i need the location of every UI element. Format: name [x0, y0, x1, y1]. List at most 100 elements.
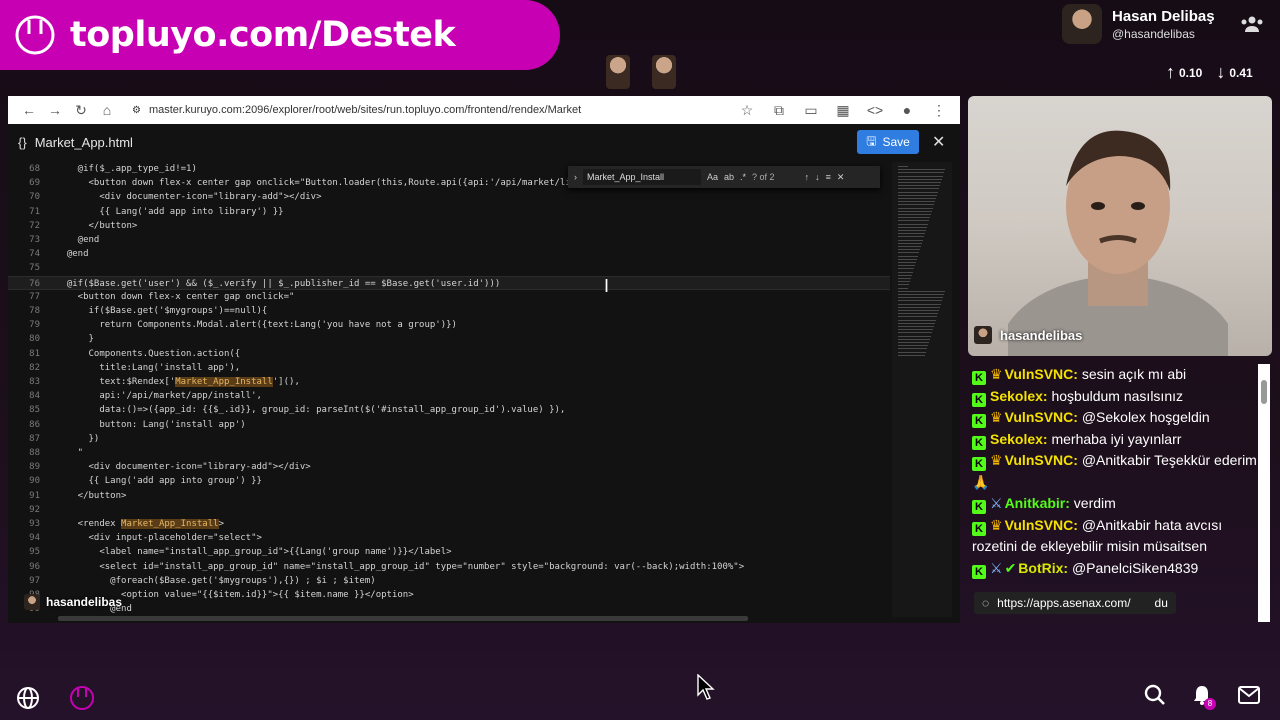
- avatar: [974, 326, 992, 344]
- chat-username[interactable]: VulnSVNC:: [1005, 517, 1078, 533]
- cast-icon[interactable]: ▭: [798, 97, 824, 123]
- horizontal-scrollbar[interactable]: [58, 616, 748, 621]
- match-word-icon[interactable]: ab: [724, 172, 734, 182]
- chat-message[interactable]: K Sekolex: merhaba iyi yayınlarr: [968, 429, 1258, 451]
- globe-icon[interactable]: [16, 686, 40, 715]
- streamer-profile[interactable]: Hasan Delibaş @hasandelibas: [1062, 4, 1215, 44]
- mail-icon[interactable]: [1238, 686, 1260, 709]
- profile-icon[interactable]: ●: [894, 97, 920, 123]
- chat-username[interactable]: VulnSVNC:: [1005, 366, 1078, 382]
- chat-message[interactable]: K ⚔ ✔ BotRix: @PanelciSiken4839: [968, 558, 1258, 580]
- viewer-avatar[interactable]: [652, 55, 676, 89]
- code-line[interactable]: 88 ": [8, 446, 890, 460]
- menu-icon[interactable]: ⋮: [926, 97, 952, 123]
- code-line[interactable]: 92: [8, 503, 890, 517]
- line-number: 89: [29, 462, 40, 473]
- moderator-sword-icon: ⚔: [990, 495, 1003, 511]
- code-line[interactable]: 94 <div input-placeholder="select">: [8, 531, 890, 545]
- code-line[interactable]: 73 @end: [8, 233, 890, 247]
- back-icon[interactable]: ←: [16, 97, 42, 123]
- chat-username[interactable]: VulnSVNC:: [1005, 452, 1078, 468]
- users-icon[interactable]: [1240, 14, 1264, 39]
- code-line[interactable]: 82 title:Lang('install app'),: [8, 361, 890, 375]
- code-editor[interactable]: 68 @if($_.app_type_id!=1) 69 <button down…: [8, 162, 890, 617]
- code-line[interactable]: 96 <select id="install_app_group_id" nam…: [8, 560, 890, 574]
- chat-scrollbar[interactable]: [1258, 364, 1270, 622]
- kick-badge-icon: K: [972, 435, 986, 450]
- chat-username[interactable]: Sekolex:: [990, 388, 1048, 404]
- code-line[interactable]: 78 if($Base.get('$mygroups')==null){: [8, 304, 890, 318]
- line-number: 72: [29, 220, 40, 231]
- chat-text: sesin açık mı abi: [1077, 366, 1187, 382]
- code-line[interactable]: 70 <div documenter-icon="library-add"></…: [8, 190, 890, 204]
- code-line[interactable]: 79 return Components.Modal.alert({text:L…: [8, 318, 890, 332]
- chat-username[interactable]: Anitkabir:: [1005, 495, 1070, 511]
- chat-message[interactable]: K ♛ VulnSVNC: sesin açık mı abi: [968, 364, 1258, 386]
- bookmark-star-icon[interactable]: ☆: [734, 97, 760, 123]
- code-line[interactable]: 83 text:$Rendex['Market_App_Install'](),: [8, 375, 890, 389]
- code-line[interactable]: 86 button: Lang('install app'): [8, 418, 890, 432]
- code-line[interactable]: 89 <div documenter-icon="library-add"></…: [8, 460, 890, 474]
- code-line[interactable]: 81 Components.Question.action({: [8, 347, 890, 361]
- code-text: {{ Lang('add app into group') }}: [56, 476, 262, 487]
- line-number: 82: [29, 362, 40, 373]
- code-line[interactable]: 76 @if($Base.get('user') && ($_.verify |…: [8, 275, 890, 290]
- line-number: 78: [29, 306, 40, 316]
- bell-icon[interactable]: 8: [1192, 684, 1216, 711]
- chat-username[interactable]: Sekolex:: [990, 431, 1048, 447]
- search-icon[interactable]: [1144, 684, 1166, 711]
- forward-icon[interactable]: →: [42, 97, 68, 123]
- code-line[interactable]: 77 <button down flex-x center gap onclic…: [8, 290, 890, 304]
- code-line[interactable]: 75: [8, 261, 890, 275]
- code-line[interactable]: 74 @end: [8, 247, 890, 261]
- code-line[interactable]: 98 <option value="{{$item.id}}">{{ $item…: [8, 588, 890, 602]
- regex-icon[interactable]: .*: [740, 172, 746, 182]
- loading-icon: ◌: [982, 596, 990, 610]
- crown-icon: ♛: [990, 366, 1003, 382]
- code-line[interactable]: 85 data:()=>({app_id: {{$_.id}}, group_i…: [8, 403, 890, 417]
- code-line[interactable]: 90 {{ Lang('add app into group') }}: [8, 474, 890, 488]
- home-icon[interactable]: ⌂: [94, 97, 120, 123]
- code-line[interactable]: 71 {{ Lang('add app into library') }}: [8, 205, 890, 219]
- webcam-username: hasandelibas: [1000, 327, 1083, 343]
- line-number: 74: [29, 249, 40, 260]
- line-number: 87: [29, 433, 40, 444]
- chat-message[interactable]: K ⚔ Anitkabir: verdim: [968, 493, 1258, 515]
- extensions-icon[interactable]: ⧉: [766, 97, 792, 123]
- save-icon: 🖫: [866, 133, 877, 148]
- code-line[interactable]: 93 <rendex Market_App_Install>: [8, 517, 890, 531]
- code-line[interactable]: 84 api:'/api/market/app/install',: [8, 389, 890, 403]
- chat-username[interactable]: BotRix:: [1018, 560, 1068, 576]
- match-case-icon[interactable]: Aa: [707, 172, 718, 182]
- chevron-right-icon[interactable]: ›: [574, 172, 577, 182]
- code-line[interactable]: 91 </button>: [8, 489, 890, 503]
- arrow-down-icon[interactable]: ↓: [815, 172, 820, 182]
- find-input[interactable]: Market_App_Install: [583, 169, 701, 185]
- reload-icon[interactable]: ↻: [68, 97, 94, 123]
- chat-message[interactable]: K ♛ VulnSVNC: @Anitkabir hata avcısı rozet…: [968, 515, 1258, 558]
- code-line[interactable]: 80 }: [8, 332, 890, 346]
- viewer-avatar[interactable]: [606, 55, 630, 89]
- code-line[interactable]: 72 </button>: [8, 219, 890, 233]
- devtools-icon[interactable]: <>: [862, 97, 888, 123]
- code-line[interactable]: 99 @end: [8, 602, 890, 616]
- close-icon[interactable]: ✕: [932, 132, 945, 152]
- chat-message[interactable]: K ♛ VulnSVNC: @Sekolex hoşgeldin: [968, 407, 1258, 429]
- minimap[interactable]: [892, 162, 952, 617]
- topluyo-logo-icon[interactable]: [68, 684, 96, 717]
- arrow-up-icon[interactable]: ↑: [805, 172, 810, 182]
- address-bar[interactable]: ⚙ master.kuruyo.com:2096/explorer/root/w…: [132, 104, 734, 116]
- chat-message[interactable]: K Sekolex: hoşbuldum nasılsınız: [968, 386, 1258, 408]
- save-button[interactable]: 🖫 Save: [857, 130, 919, 154]
- code-line[interactable]: 97 @foreach($Base.get('$mygroups'),{}) ;…: [8, 574, 890, 588]
- code-line[interactable]: 95 <label name="install_app_group_id">{{…: [8, 545, 890, 559]
- line-number: 68: [29, 164, 40, 174]
- chat-message[interactable]: K ♛ VulnSVNC: @Anitkabir Teşekkür ederim 🙏: [968, 450, 1258, 493]
- close-icon[interactable]: ✕: [837, 172, 845, 183]
- apps-icon[interactable]: ▦: [830, 97, 856, 123]
- site-info-icon[interactable]: ⚙: [132, 105, 141, 116]
- link-preview[interactable]: ◌ https://apps.asenax.com/ du: [974, 592, 1176, 614]
- chat-username[interactable]: VulnSVNC:: [1005, 409, 1078, 425]
- selection-icon[interactable]: ≡: [826, 172, 831, 182]
- code-line[interactable]: 87 }): [8, 432, 890, 446]
